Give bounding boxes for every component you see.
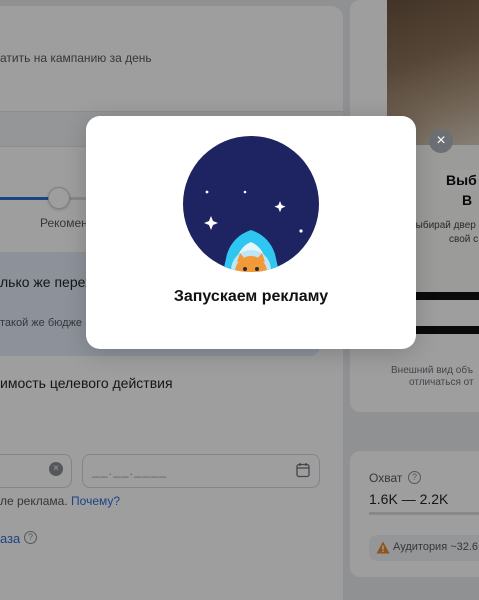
rocket-cat-icon	[183, 136, 319, 272]
modal-title: Запускаем рекламу	[173, 288, 329, 305]
launch-modal: Запускаем рекламу	[86, 116, 416, 349]
close-icon[interactable]: ×	[429, 129, 453, 153]
